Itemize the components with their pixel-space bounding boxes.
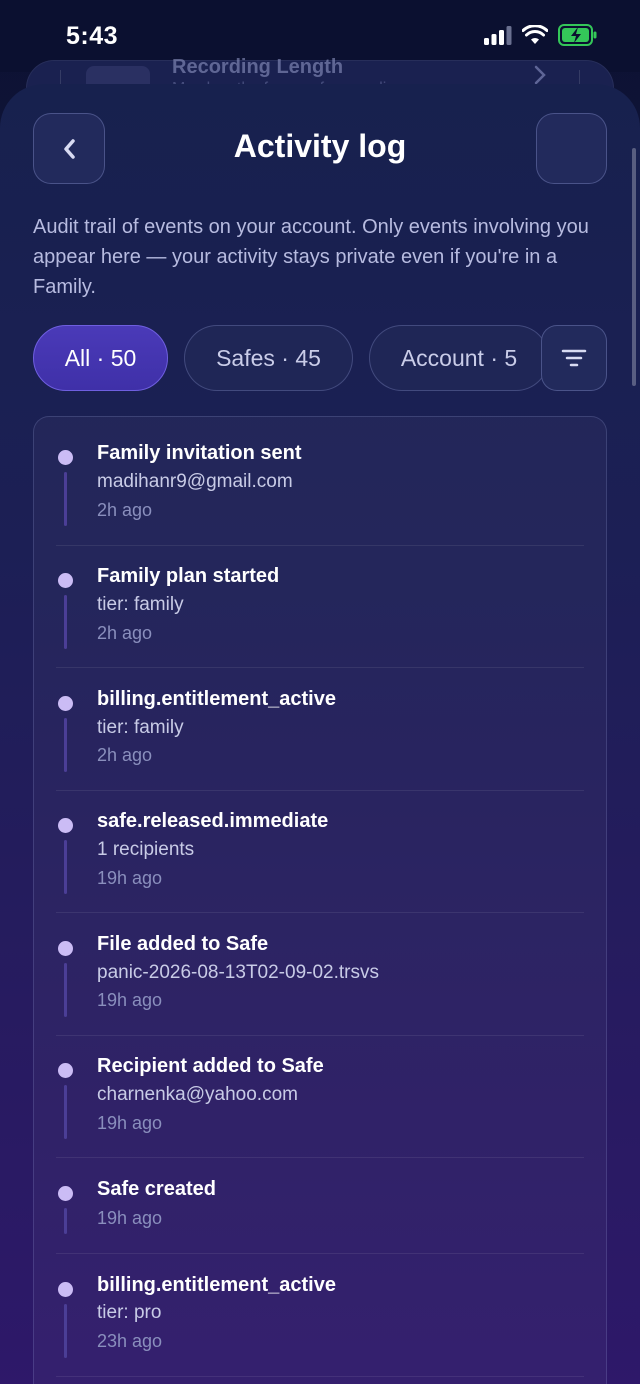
event-time: 2h ago [97,745,153,765]
event-time: 23h ago [97,1331,163,1351]
event-detail: tier: family [97,717,184,738]
event-title[interactable]: billing.entitlement_active [97,1274,336,1297]
event-time: 19h ago [97,990,163,1010]
event-detail: tier: pro [97,1302,162,1323]
timeline-line [64,840,67,894]
event-detail: charnenka@yahoo.com [97,1084,298,1105]
status-icons [484,24,598,46]
event-title[interactable]: File added to Safe [97,933,268,956]
header-action-button[interactable] [536,113,607,184]
wifi-icon [522,25,548,44]
timeline-line [64,963,67,1017]
filter-chip-all[interactable]: All · 50 [33,325,168,391]
scroll-indicator[interactable] [632,148,636,386]
event-time: 19h ago [97,1113,163,1133]
event-time: 19h ago [97,868,163,888]
timeline-dot [58,1063,73,1078]
filter-chip-account[interactable]: Account · 5 [369,325,549,391]
event-title[interactable]: Family invitation sent [97,442,301,465]
event-detail: panic-2026-08-13T02-09-02.trsvs [97,962,379,983]
timeline-line [64,1208,67,1234]
timeline-line [64,1304,67,1358]
event-time: 2h ago [97,500,153,520]
event-detail: madihanr9@gmail.com [97,471,293,492]
timeline-dot [58,573,73,588]
event-divider [56,545,584,546]
filter-chip-safes[interactable]: Safes · 45 [184,325,353,391]
activity-log-screen: 5:43 Recording Length Max len [0,0,640,1384]
timeline-dot [58,941,73,956]
events-card [33,416,607,1384]
timeline-dot [58,450,73,465]
status-time: 5:43 [66,22,119,50]
battery-charging-icon [558,24,597,46]
event-time: 19h ago [97,1208,163,1228]
event-divider [56,790,584,791]
event-title[interactable]: safe.released.immediate [97,810,328,833]
event-divider [56,1157,584,1158]
event-divider [56,667,584,668]
timeline-line [64,1085,67,1139]
filter-icon [561,349,587,367]
event-title[interactable]: Recipient added to Safe [97,1055,324,1078]
background-row-title: Recording Length [172,56,344,78]
event-title[interactable]: Family plan started [97,565,279,588]
timeline-dot [58,818,73,833]
event-time: 2h ago [97,623,153,643]
timeline-dot [58,1282,73,1297]
event-divider [56,912,584,913]
event-title[interactable]: billing.entitlement_active [97,688,336,711]
cellular-signal-icon [484,26,512,45]
timeline-dot [58,1186,73,1201]
chevron-right-icon [534,65,546,85]
event-detail: 1 recipients [97,839,195,860]
page-description: Audit trail of events on your account. O… [33,216,589,298]
event-divider [56,1035,584,1036]
timeline-line [64,718,67,772]
event-divider [56,1376,584,1377]
filter-button[interactable] [541,325,607,391]
event-title[interactable]: Safe created [97,1178,216,1201]
event-detail: tier: family [97,594,184,615]
timeline-dot [58,696,73,711]
timeline-line [64,472,67,526]
timeline-line [64,595,67,649]
event-divider [56,1253,584,1254]
